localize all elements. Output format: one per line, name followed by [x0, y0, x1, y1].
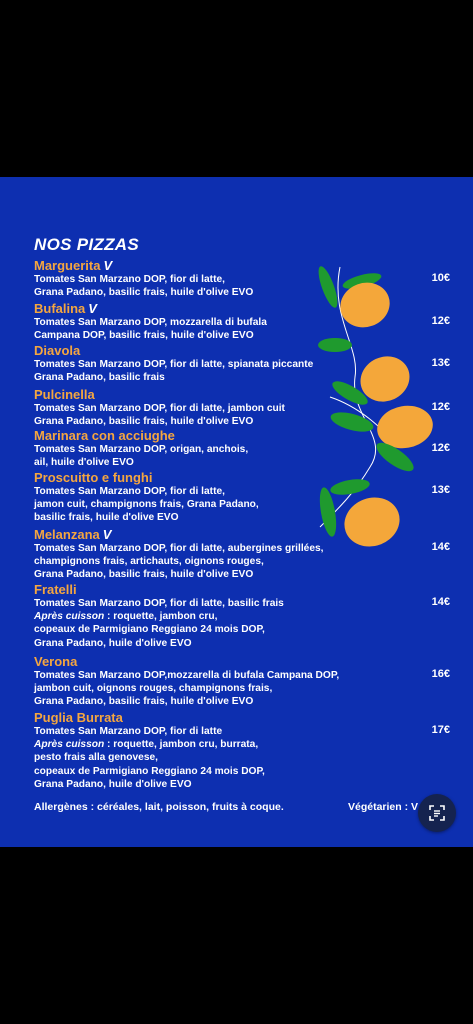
menu-item: Diavola Tomates San Marzano DOP, fior di …: [34, 343, 454, 384]
pizza-description: Tomates San Marzano DOP, fior di latte Ap…: [34, 725, 364, 791]
description-line: pesto frais alla genovese,: [34, 752, 159, 764]
description-line: Grana Padano, basilic frais, huile d'oli…: [34, 696, 254, 708]
pizza-price: 14€: [431, 596, 450, 608]
description-line: Tomates San Marzano DOP, fior di latte: [34, 726, 223, 737]
description-line: Grana Padano, huile d'olive EVO: [34, 637, 192, 649]
menu-item: Marinara con acciughe Tomates San Marzano…: [34, 428, 454, 469]
pizza-price: 13€: [431, 357, 450, 369]
description-line: Tomates San Marzano DOP, mozzarella di b…: [34, 317, 267, 328]
pizza-price: 12€: [431, 442, 450, 454]
description-line: ail, huile d'olive EVO: [34, 457, 134, 469]
description-line: copeaux de Parmigiano Reggiano 24 mois D…: [34, 624, 265, 636]
description-line: Tomates San Marzano DOP, fior di latte, …: [34, 598, 284, 609]
description-line: Grana Padano, basilic frais, huile d'oli…: [34, 416, 254, 428]
vegetarian-mark: V: [103, 258, 113, 273]
menu-item: Marguerita V Tomates San Marzano DOP, fior…: [34, 258, 454, 299]
description-line: Tomates San Marzano DOP, origan, anchois…: [34, 444, 249, 455]
pizza-description: Tomates San Marzano DOP, fior di latte, …: [34, 597, 364, 650]
description-line: Tomates San Marzano DOP,mozzarella di bu…: [34, 670, 340, 681]
pizza-description: Tomates San Marzano DOP, fior di latte, …: [34, 358, 364, 384]
menu-card: NOS PIZZAS Marguerita V Tomates San Marzan…: [0, 177, 473, 847]
pizza-name: Proscuitto e funghi: [34, 470, 153, 485]
pizza-name: Marinara con acciughe: [34, 428, 175, 443]
description-line: Grana Padano, basilic frais: [34, 372, 165, 384]
google-lens-button[interactable]: [418, 794, 456, 832]
pizza-name: Melanzana V: [34, 527, 112, 542]
pizza-name: Bufalina V: [34, 301, 97, 316]
menu-item: Proscuitto e funghi Tomates San Marzano D…: [34, 470, 454, 525]
vegetarian-note: Végétarien : V: [348, 801, 419, 813]
description-line: Tomates San Marzano DOP, fior di latte, …: [34, 359, 314, 370]
vegetarian-mark: V: [102, 527, 112, 542]
description-line: Après cuisson : roquette, jambon cru, bu…: [34, 739, 259, 751]
allergens-note: Allergènes : céréales, lait, poisson, fr…: [34, 801, 284, 813]
description-line: Grana Padano, basilic frais, huile d'oli…: [34, 287, 254, 299]
menu-item: Pulcinella Tomates San Marzano DOP, fior …: [34, 387, 454, 428]
description-line: champignons frais, artichauts, oignons r…: [34, 556, 264, 568]
pizza-name: Fratelli: [34, 582, 77, 597]
description-line: basilic frais, huile d'olive EVO: [34, 512, 179, 524]
pizza-name: Puglia Burrata: [34, 710, 123, 725]
pizza-description: Tomates San Marzano DOP, mozzarella di b…: [34, 316, 364, 342]
pizza-name: Pulcinella: [34, 387, 95, 402]
menu-item: Fratelli Tomates San Marzano DOP, fior di…: [34, 582, 454, 650]
description-line: copeaux de Parmigiano Reggiano 24 mois D…: [34, 765, 265, 777]
description-line: Campana DOP, basilic frais, huile d'oliv…: [34, 330, 254, 342]
menu-item: Melanzana V Tomates San Marzano DOP, fior …: [34, 527, 454, 582]
pizza-price: 13€: [431, 484, 450, 496]
description-line: jambon cuit, oignons rouges, champignons…: [34, 683, 273, 695]
pizza-price: 12€: [431, 401, 450, 413]
menu-item: Verona Tomates San Marzano DOP,mozzarella…: [34, 654, 454, 709]
pizza-name: Diavola: [34, 343, 81, 358]
pizza-description: Tomates San Marzano DOP, origan, anchois…: [34, 443, 364, 469]
description-line: Tomates San Marzano DOP, fior di latte, …: [34, 543, 324, 554]
pizza-description: Tomates San Marzano DOP, fior di latte, …: [34, 542, 364, 582]
description-line: Grana Padano, huile d'olive EVO: [34, 778, 192, 790]
menu-item: Puglia Burrata Tomates San Marzano DOP, f…: [34, 710, 454, 791]
pizza-description: Tomates San Marzano DOP, fior di latte, j…: [34, 485, 364, 525]
menu-title: NOS PIZZAS: [34, 235, 140, 254]
pizza-name: Verona: [34, 654, 78, 669]
pizza-description: Tomates San Marzano DOP,mozzarella di bu…: [34, 669, 364, 709]
pizza-price: 12€: [431, 315, 450, 327]
pizza-description: Tomates San Marzano DOP, fior di latte, …: [34, 402, 364, 428]
google-lens-icon: [429, 805, 445, 821]
description-line: Tomates San Marzano DOP, fior di latte, …: [34, 403, 285, 414]
pizza-description: Tomates San Marzano DOP, fior di latte, G…: [34, 273, 364, 299]
description-line: Grana Padano, basilic frais, huile d'oli…: [34, 569, 254, 581]
menu-item: Bufalina V Tomates San Marzano DOP, mozzar…: [34, 301, 454, 342]
pizza-price: 17€: [431, 724, 450, 736]
vegetarian-mark: V: [88, 301, 97, 316]
description-line: Après cuisson : roquette, jambon cru,: [34, 611, 218, 623]
pizza-price: 14€: [431, 541, 450, 553]
pizza-price: 16€: [431, 668, 450, 680]
pizza-price: 10€: [431, 272, 450, 284]
description-line: Tomates San Marzano DOP, fior di latte,: [34, 486, 225, 497]
pizza-name: Marguerita V: [34, 258, 113, 273]
description-line: Tomates San Marzano DOP, fior di latte,: [34, 274, 225, 285]
description-line: jamon cuit, champignons frais, Grana Pad…: [34, 499, 259, 511]
